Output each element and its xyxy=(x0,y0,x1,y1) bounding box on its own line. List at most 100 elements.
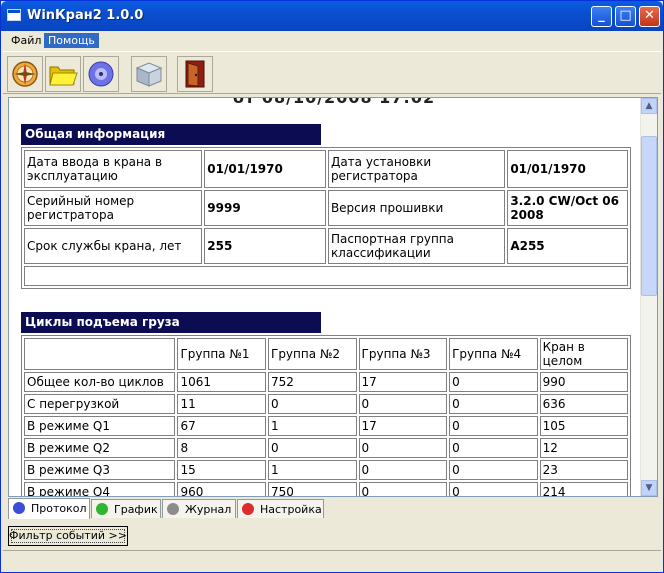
scroll-thumb[interactable] xyxy=(641,136,657,296)
table-cell: 67 xyxy=(177,416,266,436)
general-info-table: Дата ввода в крана в эксплуатацию 01/01/… xyxy=(21,147,631,289)
view-tabs: Протокол График Журнал Настройка xyxy=(8,498,658,519)
tab-label: Настройка xyxy=(260,503,322,516)
table-cell: 0 xyxy=(449,460,538,480)
table-cell: 17 xyxy=(358,416,448,436)
scroll-down-arrow-icon[interactable]: ▼ xyxy=(641,480,657,496)
table-row: В режиме Q1 67 1 17 0 105 xyxy=(24,416,628,436)
tab-label: График xyxy=(114,503,158,516)
green-circle-icon xyxy=(96,503,108,515)
cell-value: A255 xyxy=(507,228,628,264)
table-cell: 0 xyxy=(449,372,538,392)
table-row: В режиме Q3 15 1 0 0 23 xyxy=(24,460,628,480)
table-cell: 0 xyxy=(358,394,448,414)
tab-settings[interactable]: Настройка xyxy=(237,499,324,518)
column-header: Группа №4 xyxy=(449,338,538,370)
table-cell: 0 xyxy=(449,394,538,414)
column-header xyxy=(24,338,176,370)
table-cell: 0 xyxy=(268,438,357,458)
lift-cycles-title: Циклы подъема груза xyxy=(21,312,321,333)
menu-bar: Файл Помощь xyxy=(1,31,663,50)
compass-tool-button[interactable] xyxy=(7,56,43,92)
table-row: Серийный номер регистратора 9999 Версия … xyxy=(24,190,628,226)
tab-label: Журнал xyxy=(185,503,232,516)
column-header: Группа №2 xyxy=(268,338,357,370)
gray-circle-icon xyxy=(167,503,179,515)
table-cell: 23 xyxy=(539,460,628,480)
toolbar xyxy=(3,51,661,94)
cell-label: Дата установки регистратора xyxy=(327,150,506,188)
table-cell: 0 xyxy=(358,482,448,496)
column-header: Группа №3 xyxy=(358,338,448,370)
cell-label: Срок службы крана, лет xyxy=(24,228,203,264)
table-row: В режиме Q2 8 0 0 0 12 xyxy=(24,438,628,458)
column-header: Кран в целом xyxy=(539,338,628,370)
table-cell: 990 xyxy=(539,372,628,392)
cell-value: 01/01/1970 xyxy=(507,150,628,188)
row-label: Общее кол-во циклов xyxy=(24,372,176,392)
disk-button[interactable] xyxy=(83,56,119,92)
disk-icon xyxy=(88,61,114,87)
table-cell: 1 xyxy=(268,460,357,480)
table-cell: 105 xyxy=(539,416,628,436)
table-cell: 0 xyxy=(358,438,448,458)
table-cell: 960 xyxy=(177,482,266,496)
blue-circle-icon xyxy=(13,502,25,514)
empty-row-cell xyxy=(24,266,628,286)
table-cell: 11 xyxy=(177,394,266,414)
row-label: В режиме Q4 xyxy=(24,482,176,496)
cell-label: Паспортная группа классификации xyxy=(327,228,506,264)
exit-button[interactable] xyxy=(177,56,213,92)
vertical-scrollbar[interactable]: ▲ ▼ xyxy=(640,98,657,496)
cell-value: 9999 xyxy=(204,190,326,226)
report-scroll-area: от 08/10/2008 17:02 Общая информация Дат… xyxy=(9,98,641,496)
table-cell: 0 xyxy=(358,460,448,480)
menu-help[interactable]: Помощь xyxy=(44,33,99,48)
menu-file[interactable]: Файл xyxy=(7,33,45,48)
box-button[interactable] xyxy=(131,56,167,92)
table-cell: 12 xyxy=(539,438,628,458)
table-cell: 0 xyxy=(449,438,538,458)
app-window-icon xyxy=(7,9,21,21)
window-title: WinКран2 1.0.0 xyxy=(27,8,144,23)
table-row: С перегрузкой 11 0 0 0 636 xyxy=(24,394,628,414)
table-row xyxy=(24,266,628,286)
row-label: С перегрузкой xyxy=(24,394,176,414)
event-filter-button[interactable]: Фильтр событий >> xyxy=(8,526,128,546)
open-folder-icon xyxy=(49,66,78,86)
scroll-up-arrow-icon[interactable]: ▲ xyxy=(641,98,657,114)
table-cell: 0 xyxy=(449,416,538,436)
report-date-header: от 08/10/2008 17:02 xyxy=(233,98,435,107)
row-label: В режиме Q2 xyxy=(24,438,176,458)
exit-door-icon xyxy=(185,60,205,88)
status-divider xyxy=(3,550,661,551)
tab-label: Протокол xyxy=(31,502,87,515)
minimize-button[interactable]: _ xyxy=(591,6,612,27)
cell-value: 255 xyxy=(204,228,326,264)
table-row: Дата ввода в крана в эксплуатацию 01/01/… xyxy=(24,150,628,188)
maximize-button[interactable]: □ xyxy=(615,6,636,27)
close-button[interactable]: ✕ xyxy=(639,6,660,27)
open-button[interactable] xyxy=(45,56,81,92)
table-row: В режиме Q4 960 750 0 0 214 xyxy=(24,482,628,496)
general-info-title: Общая информация xyxy=(21,124,321,145)
cell-label: Серийный номер регистратора xyxy=(24,190,203,226)
tab-journal[interactable]: Журнал xyxy=(162,499,236,518)
table-row: Срок службы крана, лет 255 Паспортная гр… xyxy=(24,228,628,264)
tab-protocol[interactable]: Протокол xyxy=(8,498,90,519)
table-cell: 1061 xyxy=(177,372,266,392)
table-row: Общее кол-во циклов 1061 752 17 0 990 xyxy=(24,372,628,392)
table-cell: 0 xyxy=(449,482,538,496)
row-label: В режиме Q3 xyxy=(24,460,176,480)
table-cell: 17 xyxy=(358,372,448,392)
row-label: В режиме Q1 xyxy=(24,416,176,436)
table-cell: 8 xyxy=(177,438,266,458)
report-view[interactable]: от 08/10/2008 17:02 Общая информация Дат… xyxy=(8,97,658,497)
box-icon xyxy=(135,62,163,87)
lift-cycles-table: Группа №1 Группа №2 Группа №3 Группа №4 … xyxy=(21,335,631,496)
cell-value: 01/01/1970 xyxy=(204,150,326,188)
tab-chart[interactable]: График xyxy=(91,499,161,518)
cell-value: 3.2.0 CW/Oct 06 2008 xyxy=(507,190,628,226)
title-bar[interactable]: WinКран2 1.0.0 _ □ ✕ xyxy=(1,1,663,31)
table-cell: 15 xyxy=(177,460,266,480)
